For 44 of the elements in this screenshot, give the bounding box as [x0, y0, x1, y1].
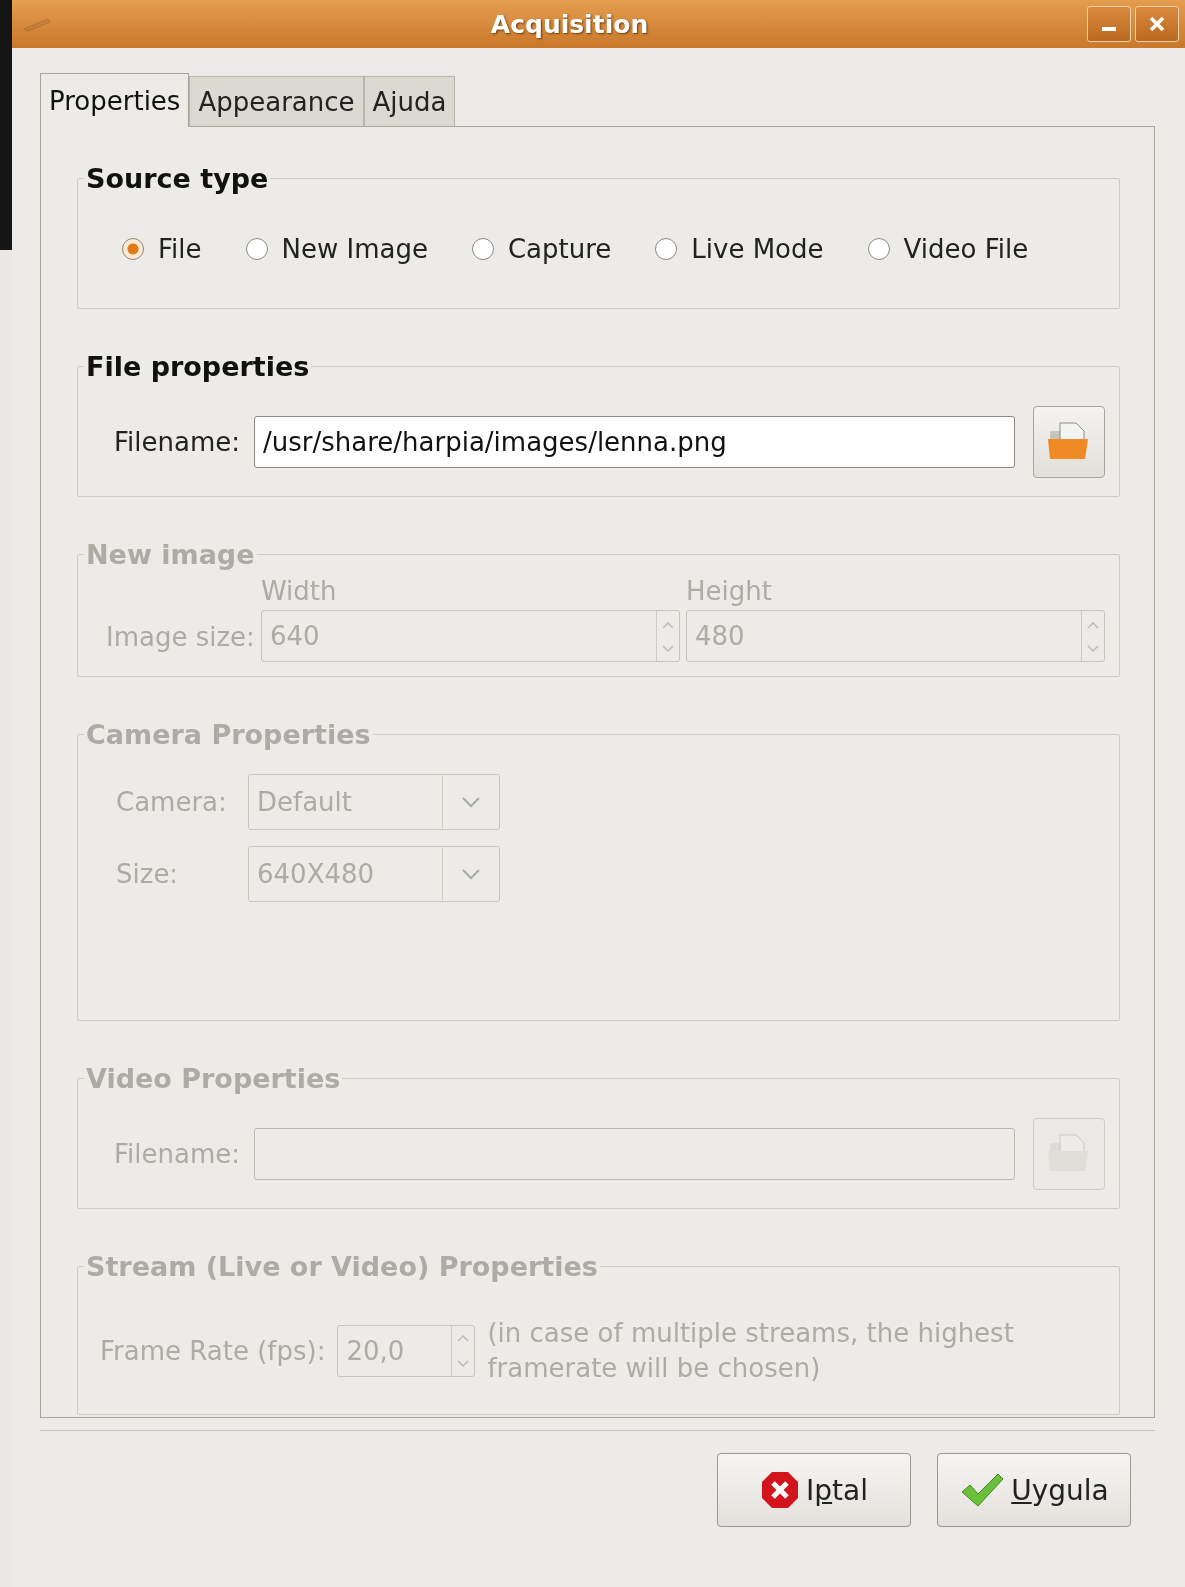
minimize-icon [1102, 27, 1116, 31]
group-title: New image [85, 539, 256, 570]
radio-label: New Image [281, 234, 428, 264]
radio-label: File [158, 234, 202, 264]
spin-value: 20,0 [346, 1336, 405, 1367]
tab[interactable]: Properties [40, 73, 190, 127]
apply-button[interactable]: Uygula [937, 1453, 1131, 1527]
group-title: Video Properties [85, 1063, 342, 1094]
group-title: Camera Properties [85, 719, 372, 750]
minimize-button[interactable] [1087, 6, 1131, 42]
radio-label: Live Mode [691, 234, 824, 264]
close-icon [1147, 14, 1167, 34]
field-caption: Height [685, 576, 773, 608]
field-label: Size: [116, 859, 180, 889]
radio-label: Video File [903, 234, 1029, 264]
radio-button[interactable] [471, 238, 494, 260]
spin-value: 640 [269, 621, 320, 651]
window-title: Acquisition [489, 9, 650, 39]
field-label: Filename: [114, 1139, 240, 1169]
pen-icon [22, 16, 52, 32]
group-title: Source type [85, 163, 270, 194]
cancel-icon [760, 1470, 800, 1510]
spin-value: 480 [694, 621, 745, 651]
close-button[interactable] [1135, 6, 1179, 42]
field-label: Image size: [106, 622, 255, 654]
dropdown-value: 640X480 [257, 859, 375, 889]
radio-button[interactable] [867, 238, 890, 260]
browse-button[interactable] [1033, 406, 1105, 478]
group-title: File properties [85, 351, 311, 382]
field-label: Filename: [114, 427, 240, 457]
field-label: Frame Rate (fps): [100, 1336, 326, 1367]
field-caption: Width [260, 576, 338, 608]
hint-text: (in case of multiple streams, the highest framerate will be chosen) [487, 1317, 1015, 1386]
radio-button[interactable] [245, 238, 268, 260]
cancel-button[interactable]: Iptal [717, 1453, 911, 1527]
tab[interactable]: Ajuda [363, 76, 456, 126]
field-label: Camera: [116, 787, 228, 817]
dropdown-value: Default [257, 787, 352, 817]
tab[interactable]: Appearance [189, 76, 364, 126]
filename-field[interactable]: /usr/share/harpia/images/lenna.png [254, 416, 1015, 468]
radio-button[interactable] [655, 238, 678, 260]
group-title: Stream (Live or Video) Properties [85, 1251, 599, 1282]
radio-label: Capture [507, 234, 612, 264]
radio-button[interactable] [122, 238, 144, 260]
